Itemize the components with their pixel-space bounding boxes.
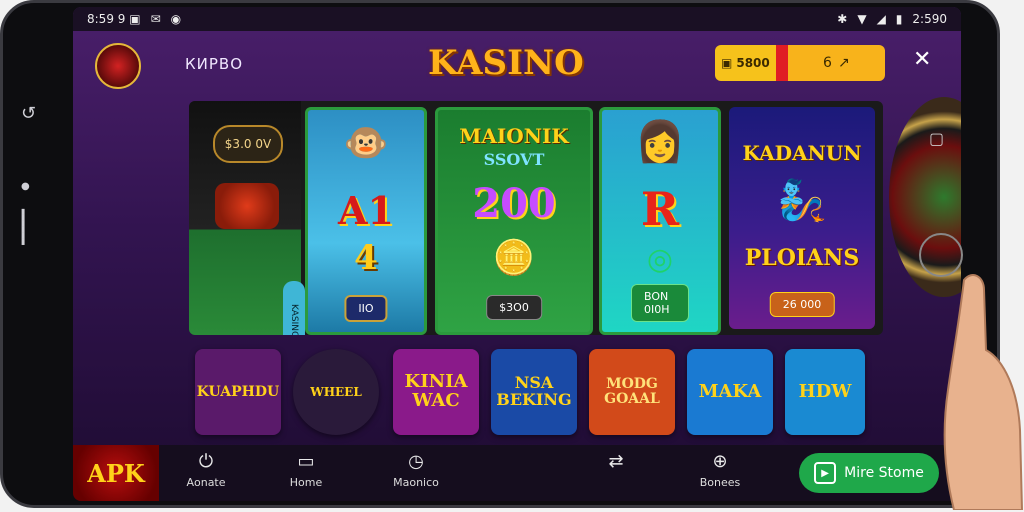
wifi-icon: ▼ xyxy=(857,12,867,26)
reel1-symbol: A1 xyxy=(338,188,394,233)
chevron-icon: ↗ xyxy=(837,55,850,71)
logo-badge[interactable] xyxy=(95,43,141,89)
game-thumbnails: KUAPHDU WHEEL KINIA WAC NSA BEKING MODG … xyxy=(195,349,885,441)
game-tile-4[interactable]: NSA BEKING xyxy=(491,349,577,435)
wallet-extra: 6 xyxy=(823,55,832,71)
battery-icon: ▮ xyxy=(895,12,903,26)
nav-label-1: Home xyxy=(289,476,323,489)
featured-banner[interactable]: $3.0 0V KASINO 🐵 A1 4 IIO MAIONIK SSOVT … xyxy=(189,101,883,335)
reel1-button[interactable]: IIO xyxy=(344,295,388,322)
nav-item-home[interactable]: ▭ Home xyxy=(271,451,341,489)
nav-item-activate[interactable]: ⏻ Aоnate xyxy=(171,451,241,489)
slot-card-3[interactable]: 👩 R ◎ BON 0I0H xyxy=(599,107,721,335)
side-tab[interactable]: KASINO xyxy=(283,281,305,335)
nav-item-share[interactable]: ⇄ xyxy=(581,451,651,476)
nav-label-3: Bonees xyxy=(699,476,741,489)
reel2-subtitle: SSOVT xyxy=(483,150,545,169)
notification-icon: ✉ xyxy=(150,12,161,26)
speaker-grill: ▮ ▮ ▮ ▮ ▮ ▮ xyxy=(21,207,26,246)
brand-label: КИРВО xyxy=(185,55,244,73)
game-3-label: KINIA WAC xyxy=(404,371,468,411)
rotate-icon[interactable]: ↺ xyxy=(21,103,36,124)
wallet-red-segment xyxy=(775,45,788,81)
game-1-label: KUAPHDU xyxy=(196,383,280,400)
plug-icon: ⏻ xyxy=(198,451,214,472)
app-header: КИРВО KASINO ▣ 5800 6 ↗ ✕ xyxy=(73,33,961,95)
app-title: KASINO xyxy=(428,43,584,83)
left-controls: ↺ ● ▮ ▮ ▮ ▮ ▮ ▮ xyxy=(15,3,51,505)
slot-card-2[interactable]: MAIONIK SSOVT 200 🪙 $3O0 xyxy=(435,107,593,335)
reel4-button[interactable]: 26 000 xyxy=(769,292,835,317)
slot-card-1[interactable]: 🐵 A1 4 IIO xyxy=(305,107,427,335)
genie-icon: 🧞 xyxy=(777,177,827,224)
reel2-button[interactable]: $3O0 xyxy=(486,295,542,320)
status-left-text: 8:59 9 ▣ xyxy=(87,12,141,26)
game-tile-6[interactable]: MAKA xyxy=(687,349,773,435)
game-5-label: MODG GOAAL xyxy=(604,376,660,407)
monkey-icon: 🐵 xyxy=(343,122,389,164)
store-label: Mire Stome xyxy=(844,465,924,481)
wallet-amount: 5800 xyxy=(736,56,770,70)
bluetooth-icon: ✱ xyxy=(837,12,848,26)
game-tile-3[interactable]: KINIA WAC xyxy=(393,349,479,435)
reel1-number: 4 xyxy=(354,238,378,278)
game-2-label: WHEEL xyxy=(310,384,362,399)
signal-icon: ◢ xyxy=(876,12,886,26)
nav-label-2: Maonico xyxy=(393,476,439,489)
game-6-label: MAKA xyxy=(698,380,762,402)
character-icon: 👩 xyxy=(635,118,685,165)
game-tile-2[interactable]: WHEEL xyxy=(293,349,379,435)
game-4-label: NSA BEKING xyxy=(496,373,572,409)
bonus-icon: ⊕ xyxy=(712,451,728,472)
alert-icon: ◉ xyxy=(170,12,182,26)
gold-coins-icon: 🪙 xyxy=(492,238,536,278)
game-tile-5[interactable]: MODG GOAAL xyxy=(589,349,675,435)
game-7-label: HDW xyxy=(798,380,852,402)
reel2-amount: 200 xyxy=(472,180,556,227)
game-tile-7[interactable]: HDW xyxy=(785,349,865,435)
apk-button[interactable]: APK xyxy=(73,445,159,501)
share-icon: ⇄ xyxy=(608,451,624,472)
recents-icon[interactable]: ▢ xyxy=(929,129,944,148)
phone-frame: ↺ ● ▮ ▮ ▮ ▮ ▮ ▮ 8:59 9 ▣ ✉ ◉ ✱ ▼ ◢ ▮ 2:590 КИ… xyxy=(0,0,1000,508)
clock-icon: ◷ xyxy=(408,451,424,472)
camera-dot-icon: ● xyxy=(21,181,30,192)
slot-card-4[interactable]: KADANUN 🧞 PLOIANS 26 000 xyxy=(729,107,875,329)
cash-icon: ▣ xyxy=(721,56,733,70)
game-screen: 8:59 9 ▣ ✉ ◉ ✱ ▼ ◢ ▮ 2:590 КИРВО KASINO … xyxy=(73,7,961,501)
chip-icon xyxy=(215,183,279,229)
nav-item-bonus[interactable]: ⊕ Bonees xyxy=(685,451,755,489)
reel4-title: KADANUN xyxy=(742,141,862,165)
reel3-symbol: R xyxy=(640,182,680,236)
bet-badge: $3.0 0V xyxy=(213,125,283,163)
nav-label-0: Aоnate xyxy=(186,476,226,489)
emerald-icon: ◎ xyxy=(646,242,674,277)
bottom-nav: APK ⏻ Aоnate ▭ Home ◷ Maonico ⇄ ⊕ Bonees ▶ Mi… xyxy=(73,445,961,501)
nav-item-maonico[interactable]: ◷ Maonico xyxy=(381,451,451,489)
reel2-title: MAIONIK xyxy=(459,124,569,148)
wallet-widget[interactable]: ▣ 5800 6 ↗ xyxy=(715,45,885,81)
home-icon: ▭ xyxy=(297,451,315,472)
reel4-subtitle: PLOIANS xyxy=(744,245,860,271)
status-bar: 8:59 9 ▣ ✉ ◉ ✱ ▼ ◢ ▮ 2:590 xyxy=(73,7,961,31)
hand-illustration xyxy=(943,274,1024,510)
game-tile-1[interactable]: KUAPHDU xyxy=(195,349,281,435)
store-icon: ▶ xyxy=(814,462,837,484)
reel3-button[interactable]: BON 0I0H xyxy=(631,284,689,322)
